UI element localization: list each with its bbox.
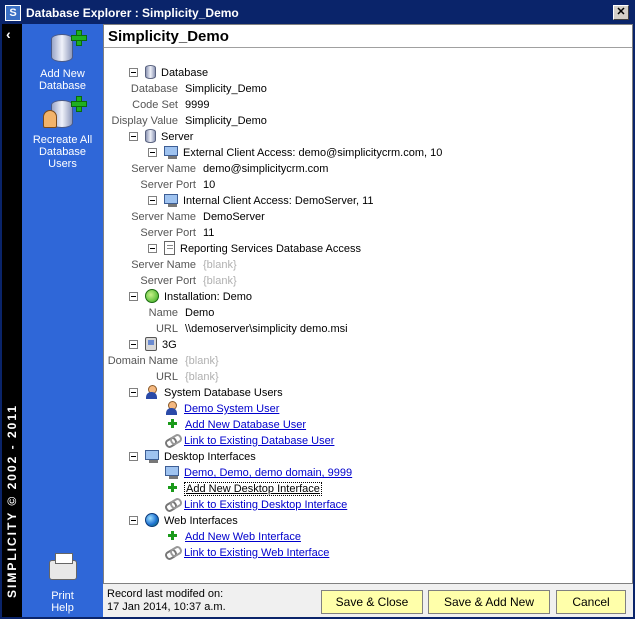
print-button[interactable]: Print [22, 552, 103, 602]
prop-external-server-port: Server Port 10 [140, 179, 216, 191]
prop-code-set: Code Set 9999 [132, 99, 210, 111]
computer-icon [164, 145, 178, 159]
plus-icon [168, 419, 177, 428]
tree-node-internal-access[interactable]: Internal Client Access: DemoServer, 11 [148, 193, 374, 209]
save-close-button[interactable]: Save & Close [321, 590, 423, 614]
collapse-toggle-icon[interactable] [129, 292, 138, 301]
plus-icon [168, 483, 177, 492]
tree-node-installation[interactable]: Installation: Demo [129, 289, 252, 305]
prop-3g-url: URL {blank} [155, 371, 219, 383]
recreate-users-button[interactable]: Recreate All Database Users [22, 96, 103, 170]
demo-system-user-link[interactable]: Demo System User [184, 403, 279, 415]
collapse-toggle-icon[interactable] [129, 388, 138, 397]
list-item[interactable]: Demo, Demo, demo domain, 9999 [165, 465, 352, 481]
add-new-database-label: Add New Database [38, 68, 87, 92]
recreate-users-label: Recreate All Database Users [32, 134, 93, 170]
record-modified-date: 17 Jan 2014, 10:37 a.m. [107, 601, 226, 613]
prop-internal-server-name: Server Name DemoServer [131, 211, 265, 223]
collapse-toggle-icon[interactable] [129, 340, 138, 349]
explorer-pane: Simplicity_Demo Database Database Simplic… [103, 24, 633, 584]
printer-icon [41, 552, 85, 588]
collapse-toggle-icon[interactable] [129, 68, 138, 77]
list-item[interactable]: Add New Desktop Interface [165, 481, 322, 497]
list-item[interactable]: Link to Existing Web Interface [165, 545, 329, 561]
list-item[interactable]: Add New Web Interface [165, 529, 301, 545]
user-icon [145, 385, 159, 399]
add-new-database-button[interactable]: Add New Database [22, 30, 103, 92]
database-users-icon [41, 96, 87, 132]
link-icon [165, 497, 179, 511]
demo-desktop-interface-link[interactable]: Demo, Demo, demo domain, 9999 [184, 467, 352, 479]
link-existing-desktop-interface-link[interactable]: Link to Existing Desktop Interface [184, 499, 347, 511]
page-title: Simplicity_Demo [108, 28, 229, 45]
list-item[interactable]: Link to Existing Desktop Interface [165, 497, 347, 513]
tree-node-server[interactable]: Server [129, 129, 193, 145]
collapse-toggle-icon[interactable] [129, 516, 138, 525]
tree-node-database[interactable]: Database [129, 65, 208, 81]
prop-display-value: Display Value Simplicity_Demo [111, 115, 267, 127]
database-explorer-window: S Database Explorer : Simplicity_Demo ✕ … [0, 0, 635, 619]
save-add-new-button[interactable]: Save & Add New [428, 590, 550, 614]
collapse-toggle-icon[interactable] [148, 244, 157, 253]
footer-bar: Record last modifed on: 17 Jan 2014, 10:… [103, 584, 633, 617]
collapse-toggle-icon[interactable] [129, 452, 138, 461]
collapse-toggle-icon[interactable] [148, 148, 157, 157]
print-label: Print [51, 590, 74, 602]
prop-internal-server-port: Server Port 11 [140, 227, 215, 239]
list-item[interactable]: Add New Database User [165, 417, 306, 433]
tree-node-external-access[interactable]: External Client Access: demo@simplicityc… [148, 145, 442, 161]
prop-installation-url: URL \\demoserver\simplicity demo.msi [155, 323, 348, 335]
tree-node-web-interfaces[interactable]: Web Interfaces [129, 513, 238, 529]
link-existing-database-user-link[interactable]: Link to Existing Database User [184, 435, 334, 447]
cancel-button[interactable]: Cancel [556, 590, 626, 614]
title-bar[interactable]: S Database Explorer : Simplicity_Demo ✕ [2, 2, 633, 24]
computer-icon [145, 449, 159, 463]
brand-vertical-text: SIMPLICITY © 2002 - 2011 [5, 403, 19, 599]
title-divider [104, 47, 632, 48]
server-database-icon [145, 129, 156, 143]
prop-installation-name: Name Demo [148, 307, 215, 319]
prop-reporting-server-port: Server Port {blank} [140, 275, 237, 287]
prop-reporting-server-name: Server Name {blank} [131, 259, 237, 271]
database-icon [145, 65, 156, 79]
help-link[interactable]: Help [22, 602, 103, 614]
tree-node-reporting-services[interactable]: Reporting Services Database Access [148, 241, 361, 257]
device-icon [145, 337, 157, 351]
tree-node-desktop-interfaces[interactable]: Desktop Interfaces [129, 449, 256, 465]
window-title: Database Explorer : Simplicity_Demo [26, 6, 239, 20]
collapse-chevron-icon[interactable]: ‹ [6, 26, 11, 42]
link-existing-web-interface-link[interactable]: Link to Existing Web Interface [184, 547, 329, 559]
prop-database: Database Simplicity_Demo [130, 83, 267, 95]
prop-external-server-name: Server Name demo@simplicitycrm.com [131, 163, 329, 175]
user-icon [165, 401, 179, 415]
link-icon [165, 433, 179, 447]
add-new-desktop-interface-link[interactable]: Add New Desktop Interface [184, 482, 322, 496]
add-new-web-interface-link[interactable]: Add New Web Interface [185, 531, 301, 543]
prop-3g-domain: Domain Name {blank} [107, 355, 219, 367]
brand-strip: ‹ SIMPLICITY © 2002 - 2011 [2, 24, 22, 617]
add-new-database-user-link[interactable]: Add New Database User [185, 419, 306, 431]
list-item[interactable]: Link to Existing Database User [165, 433, 334, 449]
report-document-icon [164, 241, 175, 255]
close-icon[interactable]: ✕ [613, 5, 629, 20]
globe-icon [145, 513, 159, 527]
tree-node-system-users[interactable]: System Database Users [129, 385, 283, 401]
collapse-toggle-icon[interactable] [148, 196, 157, 205]
sidebar: Add New Database Recreate All Database U… [22, 24, 103, 617]
computer-icon [164, 193, 178, 207]
plus-icon [168, 531, 177, 540]
database-add-icon [41, 30, 87, 66]
record-modified-info: Record last modifed on: 17 Jan 2014, 10:… [107, 588, 226, 614]
record-modified-label: Record last modifed on: [107, 588, 224, 600]
computer-icon [165, 465, 179, 479]
list-item[interactable]: Demo System User [165, 401, 279, 417]
installation-icon [145, 289, 159, 303]
tree-node-3g[interactable]: 3G [129, 337, 177, 353]
simplicity-app-icon: S [5, 5, 21, 21]
link-icon [165, 545, 179, 559]
collapse-toggle-icon[interactable] [129, 132, 138, 141]
